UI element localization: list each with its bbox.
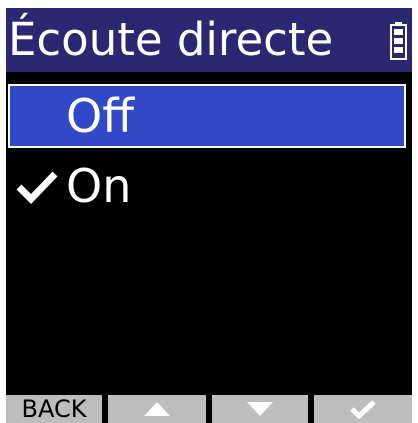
battery-icon: [390, 22, 407, 60]
device-screen: Écoute directe Off On BACK: [6, 8, 412, 423]
checkmark-icon: [16, 171, 58, 204]
triangle-down-icon: [247, 402, 273, 416]
title-bar: Écoute directe: [6, 8, 412, 72]
checkmark-icon: [350, 400, 376, 419]
menu-item-label: On: [66, 159, 132, 213]
menu-item-off[interactable]: Off: [6, 84, 412, 150]
menu-item-on[interactable]: On: [6, 154, 412, 220]
confirm-button[interactable]: [314, 395, 412, 423]
screen-title: Écoute directe: [8, 13, 334, 66]
softkey-bar: BACK: [6, 395, 412, 423]
menu-item-label: Off: [66, 89, 134, 143]
back-label: BACK: [21, 395, 87, 423]
back-button[interactable]: BACK: [6, 395, 102, 423]
up-button[interactable]: [108, 395, 206, 423]
down-button[interactable]: [212, 395, 308, 423]
triangle-up-icon: [144, 402, 170, 416]
